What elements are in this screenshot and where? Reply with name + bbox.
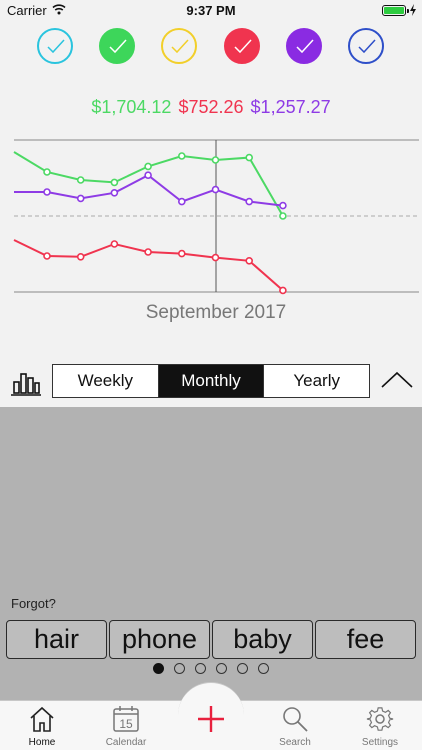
page-indicator bbox=[0, 663, 422, 675]
plus-icon bbox=[198, 706, 224, 732]
tab-search[interactable]: Search bbox=[260, 701, 330, 750]
checkmark-icon bbox=[171, 39, 189, 54]
data-point bbox=[279, 201, 287, 210]
data-point bbox=[43, 168, 51, 176]
checkmark-icon bbox=[234, 39, 252, 54]
data-point bbox=[211, 185, 220, 194]
filter-green[interactable] bbox=[99, 28, 135, 64]
series-line-2 bbox=[13, 239, 284, 292]
word-chip-baby[interactable]: baby bbox=[212, 620, 313, 659]
svg-text:15: 15 bbox=[119, 717, 133, 731]
tab-calendar-label: Calendar bbox=[105, 737, 147, 748]
totals: $1,704.12 $752.26 $1,257.27 bbox=[0, 97, 422, 118]
home-icon bbox=[30, 706, 54, 732]
data-point bbox=[279, 286, 287, 295]
tab-settings[interactable]: Settings bbox=[345, 701, 415, 750]
data-point bbox=[76, 194, 85, 203]
bar-chart-icon[interactable] bbox=[10, 368, 42, 396]
total-green: $1,704.12 bbox=[91, 97, 172, 117]
tab-weekly[interactable]: Weekly bbox=[53, 365, 159, 397]
tab-home[interactable]: Home bbox=[7, 701, 77, 750]
series-line-1 bbox=[14, 174, 284, 207]
data-point bbox=[144, 162, 152, 171]
charging-bolt-icon bbox=[410, 4, 416, 16]
tab-monthly[interactable]: Monthly bbox=[158, 365, 265, 397]
clock: 9:37 PM bbox=[186, 3, 236, 18]
month-label: September 2017 bbox=[145, 302, 287, 323]
data-point bbox=[144, 248, 152, 256]
word-chip-phone[interactable]: phone bbox=[109, 620, 210, 659]
checkmark-icon bbox=[109, 39, 127, 54]
data-point bbox=[110, 240, 119, 248]
gear-icon bbox=[366, 707, 394, 731]
page-dot[interactable] bbox=[237, 663, 248, 674]
series-line-0 bbox=[13, 151, 284, 217]
page-dot[interactable] bbox=[216, 663, 227, 674]
forgot-label: Forgot? bbox=[11, 596, 56, 611]
page-dot[interactable] bbox=[195, 663, 206, 674]
battery-icon bbox=[382, 5, 409, 16]
checkmark-icon bbox=[296, 39, 314, 54]
page-dot[interactable] bbox=[174, 663, 185, 674]
checkmark-icon bbox=[358, 39, 376, 54]
data-point bbox=[245, 257, 253, 265]
chevron-up-icon[interactable] bbox=[380, 368, 414, 392]
data-point bbox=[178, 152, 186, 160]
data-point bbox=[76, 253, 85, 261]
data-point bbox=[110, 188, 119, 197]
data-point bbox=[211, 156, 220, 164]
search-icon bbox=[283, 707, 308, 732]
word-chip-fee[interactable]: fee bbox=[315, 620, 416, 659]
filter-red[interactable] bbox=[224, 28, 260, 64]
data-point bbox=[211, 253, 220, 262]
word-chip-hair[interactable]: hair bbox=[6, 620, 107, 659]
period-bar: Weekly Monthly Yearly bbox=[0, 364, 422, 400]
total-red: $752.26 bbox=[178, 97, 244, 117]
filter-cyan[interactable] bbox=[37, 28, 73, 64]
keyboard-suggestion-panel: Forgot? hair phone baby fee bbox=[0, 407, 422, 700]
filter-blue[interactable] bbox=[348, 28, 384, 64]
status-bar: Carrier 9:37 PM bbox=[0, 0, 422, 22]
data-point bbox=[43, 188, 51, 196]
add-button[interactable] bbox=[178, 682, 244, 748]
category-filters bbox=[0, 28, 422, 68]
spending-chart[interactable] bbox=[0, 130, 422, 305]
data-point bbox=[245, 197, 253, 206]
total-purple: $1,257.27 bbox=[250, 97, 331, 117]
data-point bbox=[110, 178, 119, 187]
period-segmented-control: Weekly Monthly Yearly bbox=[52, 364, 370, 398]
data-point bbox=[245, 153, 253, 162]
checkmark-icon bbox=[47, 39, 65, 54]
data-point bbox=[178, 197, 186, 206]
chart-series-layer bbox=[13, 151, 287, 295]
tab-search-label: Search bbox=[279, 737, 311, 748]
word-suggestions: hair phone baby fee bbox=[6, 620, 418, 660]
data-point bbox=[178, 249, 186, 258]
data-point bbox=[144, 171, 152, 180]
tab-yearly[interactable]: Yearly bbox=[264, 365, 369, 397]
data-point bbox=[279, 212, 287, 220]
tab-calendar[interactable]: 15 Calendar bbox=[91, 701, 161, 750]
tab-home-label: Home bbox=[28, 737, 56, 748]
filter-yellow[interactable] bbox=[161, 28, 197, 64]
calendar-icon: 15 bbox=[113, 706, 139, 732]
filter-purple[interactable] bbox=[286, 28, 322, 64]
page-dot[interactable] bbox=[153, 663, 164, 674]
page-dot[interactable] bbox=[258, 663, 269, 674]
data-point bbox=[43, 252, 51, 260]
data-point bbox=[76, 176, 85, 184]
tab-settings-label: Settings bbox=[361, 737, 399, 748]
